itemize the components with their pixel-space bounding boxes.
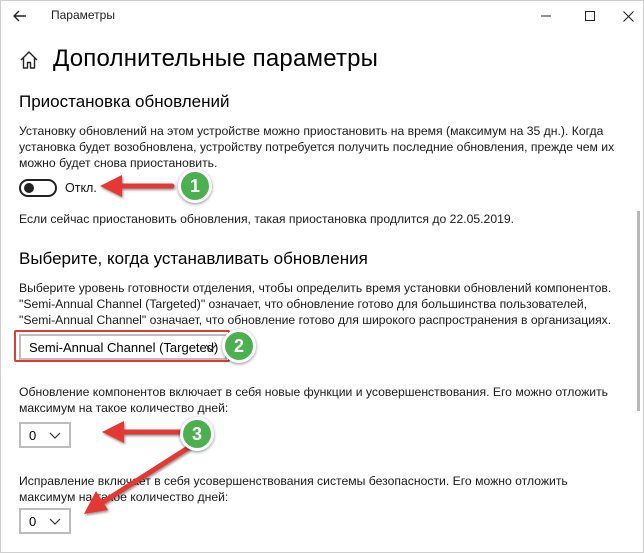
chevron-down-icon [49, 518, 61, 525]
quality-days-value: 0 [29, 513, 37, 529]
pause-toggle-label: Откл. [65, 181, 97, 195]
close-button[interactable] [613, 4, 643, 28]
minimize-icon [541, 15, 551, 17]
scrollbar[interactable] [637, 211, 640, 411]
maximize-icon [585, 11, 595, 21]
pause-updates-toggle[interactable] [19, 179, 57, 197]
close-icon [622, 10, 634, 22]
maximize-button[interactable] [575, 4, 605, 28]
quality-defer-days-select[interactable]: 0 [19, 508, 71, 534]
step-badge-2: 2 [222, 329, 256, 363]
toggle-knob [24, 183, 34, 193]
pause-updates-heading: Приостановка обновлений [19, 92, 230, 111]
window-title: Параметры [51, 8, 115, 22]
step-badge-1: 1 [178, 169, 212, 203]
pause-updates-description: Установку обновлений на этом устройстве … [19, 124, 615, 170]
quality-update-description: Исправление включает в себя усовершенств… [19, 474, 568, 504]
settings-window: Параметры Дополнительные параметры Приос… [0, 0, 644, 553]
back-arrow-icon [13, 10, 26, 22]
pause-note: Если сейчас приостановить обновления, та… [19, 212, 515, 226]
back-button[interactable] [9, 5, 31, 27]
minimize-button[interactable] [531, 4, 561, 28]
title-bar: Параметры [1, 1, 643, 31]
channel-select-highlight [14, 330, 230, 362]
step-badge-3: 3 [180, 417, 214, 451]
home-icon[interactable] [18, 49, 40, 71]
feature-defer-days-select[interactable]: 0 [19, 422, 71, 448]
chevron-down-icon [49, 432, 61, 439]
channel-description: Выберите уровень готовности отделения, ч… [19, 281, 612, 327]
feature-days-value: 0 [29, 427, 37, 443]
install-timing-heading: Выберите, когда устанавливать обновления [19, 249, 368, 268]
feature-update-description: Обновление компонентов включает в себя н… [19, 385, 609, 415]
page-title: Дополнительные параметры [53, 45, 379, 72]
